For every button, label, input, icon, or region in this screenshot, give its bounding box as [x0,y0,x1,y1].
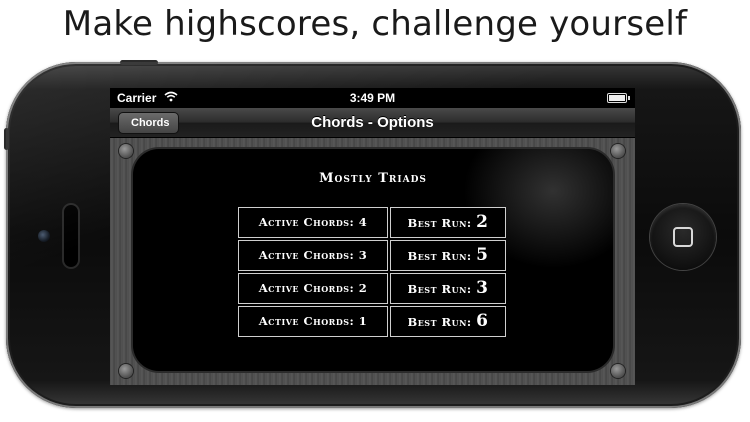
battery-icon [607,93,630,103]
best-run-cell: Best Run: 5 [390,240,506,271]
best-run-label: Best Run: [407,216,472,230]
panel-title: Mostly Triads [319,171,427,186]
active-chords-cell[interactable]: Active Chords: 4 [238,207,388,238]
active-chords-cell[interactable]: Active Chords: 2 [238,273,388,304]
home-button[interactable] [650,204,716,270]
status-time: 3:49 PM [349,91,396,105]
volume-button [4,128,9,150]
best-run-value: 3 [476,278,489,298]
score-row[interactable]: Active Chords: 3 Best Run: 5 [238,240,506,273]
home-button-icon [673,227,693,247]
best-run-value: 6 [476,311,489,331]
score-table: Active Chords: 4 Best Run: 2 Active Chor… [238,207,506,339]
options-content: Mostly Triads Active Chords: 4 Best Run:… [110,138,635,385]
screw-top-right [611,144,625,158]
options-panel: Mostly Triads Active Chords: 4 Best Run:… [133,149,613,371]
best-run-label: Best Run: [407,315,472,329]
earpiece-speaker [64,205,78,267]
screw-bottom-left [119,364,133,378]
screw-top-left [119,144,133,158]
best-run-value: 2 [476,212,489,232]
navigation-bar: Chords - Options Chords [110,108,635,138]
screw-bottom-right [611,364,625,378]
best-run-label: Best Run: [407,249,472,263]
active-chords-cell[interactable]: Active Chords: 3 [238,240,388,271]
best-run-value: 5 [476,245,489,265]
best-run-cell: Best Run: 3 [390,273,506,304]
power-button [120,60,158,65]
status-bar: Carrier 3:49 PM [110,88,635,108]
best-run-label: Best Run: [407,282,472,296]
score-row[interactable]: Active Chords: 1 Best Run: 6 [238,306,506,339]
promo-headline: Make highscores, challenge yourself [62,4,688,44]
score-row[interactable]: Active Chords: 2 Best Run: 3 [238,273,506,306]
score-row[interactable]: Active Chords: 4 Best Run: 2 [238,207,506,240]
best-run-cell: Best Run: 6 [390,306,506,337]
active-chords-cell[interactable]: Active Chords: 1 [238,306,388,337]
device-screen: Carrier 3:49 PM Chords - Options Chords … [110,88,635,385]
best-run-cell: Best Run: 2 [390,207,506,238]
nav-title: Chords - Options [311,114,434,131]
back-button[interactable]: Chords [118,112,179,134]
front-camera [38,230,50,242]
